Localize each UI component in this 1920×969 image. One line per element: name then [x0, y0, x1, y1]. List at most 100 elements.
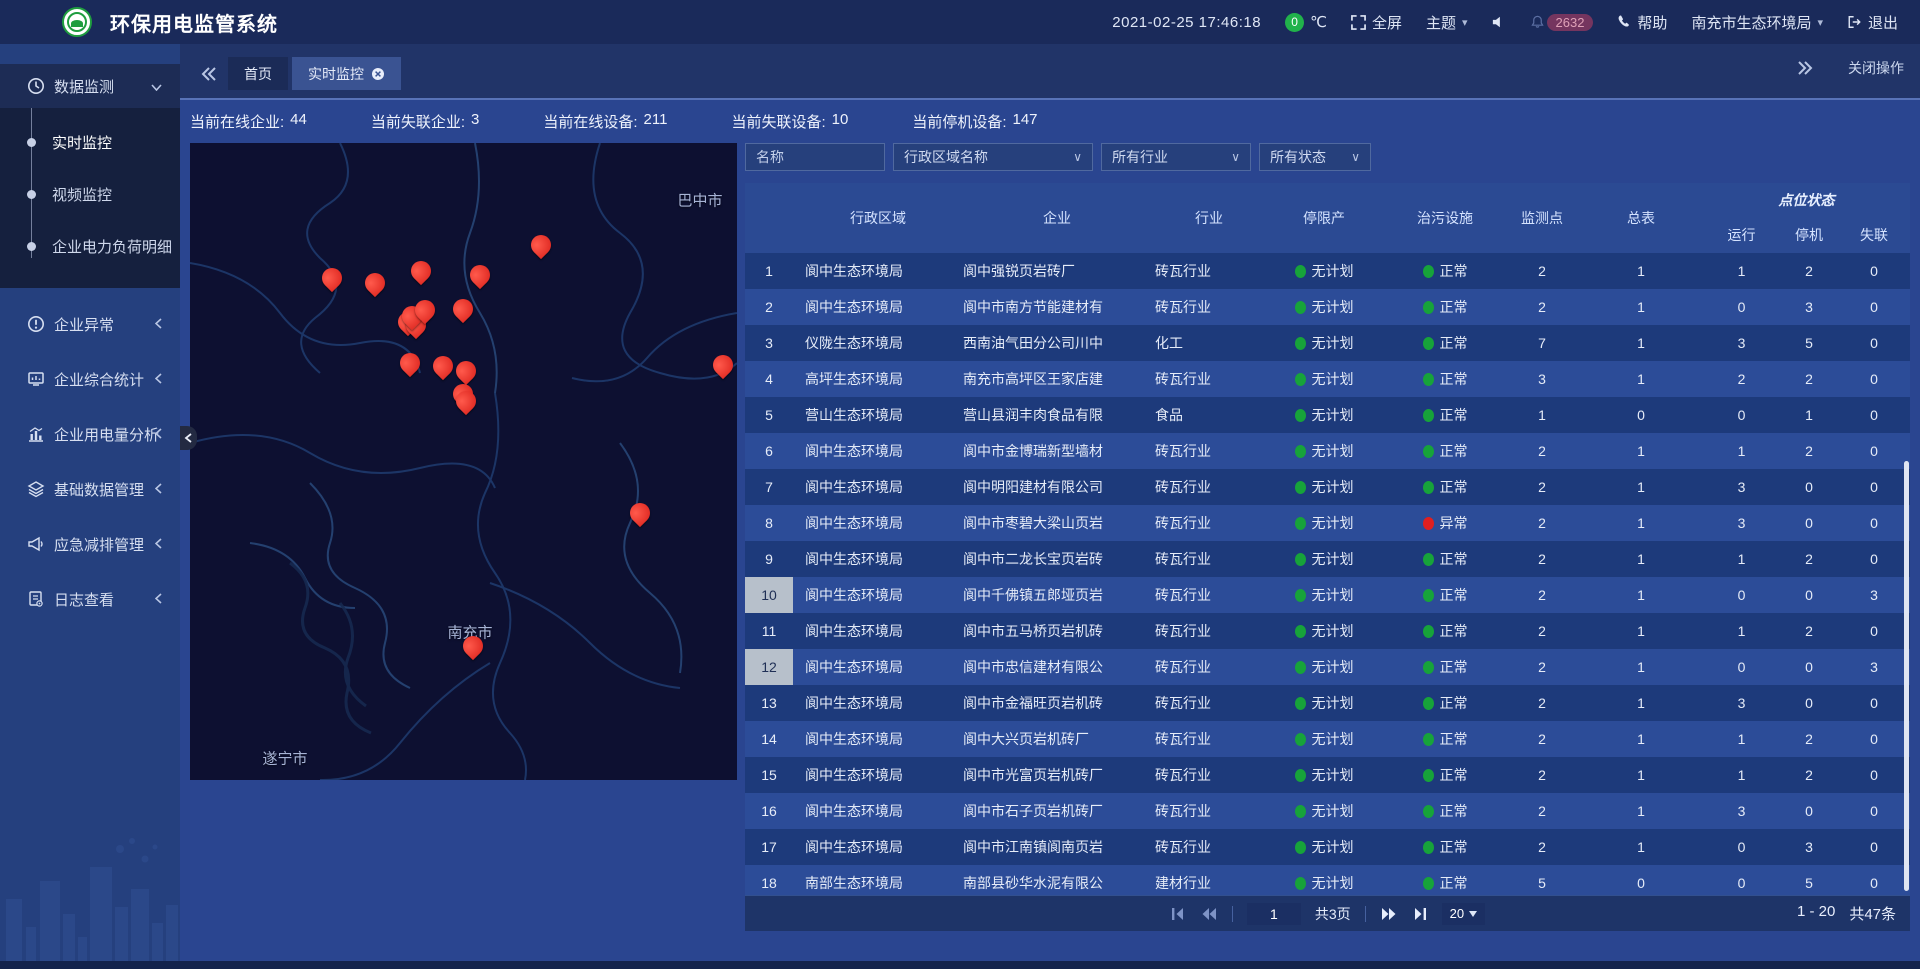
name-search-input[interactable] [745, 143, 885, 171]
cell-region: 仪陇生态环境局 [793, 325, 951, 361]
cell-facility: 正常 [1385, 685, 1505, 721]
table-row[interactable]: 8阆中生态环境局阆中市枣碧大梁山页岩砖瓦行业无计划异常21300 [745, 505, 1910, 541]
cell-points: 2 [1505, 649, 1579, 685]
fullscreen-button[interactable]: 全屏 [1351, 12, 1402, 33]
table-row[interactable]: 17阆中生态环境局阆中市江南镇阆南页岩砖瓦行业无计划正常21030 [745, 829, 1910, 865]
cell-stop: 2 [1780, 721, 1838, 757]
next-page-icon [1380, 907, 1398, 921]
sub-column-header: 失联 [1838, 217, 1910, 253]
region-select[interactable]: 行政区域名称∨ [893, 143, 1093, 171]
table-row[interactable]: 9阆中生态环境局阆中市二龙长宝页岩砖砖瓦行业无计划正常21120 [745, 541, 1910, 577]
sidebar-subitem-1[interactable]: 视频监控 [0, 168, 180, 220]
cell-stop: 5 [1780, 325, 1838, 361]
sidebar-item-3[interactable]: 企业用电量分析 [0, 412, 180, 456]
divider [1232, 906, 1233, 922]
sound-button[interactable] [1492, 15, 1506, 29]
cell-company: 阆中明阳建材有限公司 [951, 469, 1151, 505]
sidebar-item-0[interactable]: 数据监测 [0, 64, 180, 108]
chevron-down-icon: ∨ [1231, 150, 1240, 164]
table-row[interactable]: 13阆中生态环境局阆中市金福旺页岩机砖砖瓦行业无计划正常21300 [745, 685, 1910, 721]
org-dropdown[interactable]: 南充市生态环境局▾ [1691, 12, 1823, 33]
status-text: 正常 [1440, 765, 1468, 785]
cell-points: 2 [1505, 793, 1579, 829]
notifications-button[interactable]: 2632 [1530, 14, 1594, 31]
status-dot-icon [1423, 625, 1434, 638]
tab-0[interactable]: 首页 [228, 57, 288, 90]
status-select[interactable]: 所有状态∨ [1259, 143, 1371, 171]
table-body: 1阆中生态环境局阆中强锐页岩砖厂砖瓦行业无计划正常211202阆中生态环境局阆中… [745, 253, 1910, 895]
tabs-scroll-left-button[interactable] [194, 57, 224, 90]
industry-select[interactable]: 所有行业∨ [1101, 143, 1251, 171]
map-panel[interactable]: 巴中市南充市遂宁市 [190, 143, 737, 780]
sidebar-item-1[interactable]: 企业异常 [0, 302, 180, 346]
status-text: 无计划 [1312, 729, 1354, 749]
table-row[interactable]: 7阆中生态环境局阆中明阳建材有限公司砖瓦行业无计划正常21300 [745, 469, 1910, 505]
status-text: 无计划 [1312, 405, 1354, 425]
sidebar-item-2[interactable]: 企业综合统计 [0, 357, 180, 401]
chevron-left-icon [155, 316, 162, 333]
cell-company: 阆中市光富页岩机砖厂 [951, 757, 1151, 793]
cell-stop: 0 [1780, 469, 1838, 505]
column-header: 总表 [1579, 183, 1703, 253]
cell-industry: 砖瓦行业 [1151, 289, 1263, 325]
sidebar-item-4[interactable]: 基础数据管理 [0, 467, 180, 511]
first-page-icon [1170, 907, 1186, 921]
status-dot-icon [1295, 445, 1306, 458]
cell-idx: 16 [745, 793, 793, 829]
table-scrollbar[interactable] [1904, 461, 1909, 891]
table-row[interactable]: 11阆中生态环境局阆中市五马桥页岩机砖砖瓦行业无计划正常21120 [745, 613, 1910, 649]
table-row[interactable]: 2阆中生态环境局阆中市南方节能建材有砖瓦行业无计划正常21030 [745, 289, 1910, 325]
theme-dropdown[interactable]: 主题▾ [1426, 12, 1468, 33]
tabs-scroll-right-button[interactable] [1790, 51, 1820, 84]
cell-meters: 0 [1579, 397, 1703, 433]
cell-lost: 0 [1838, 721, 1910, 757]
table-row[interactable]: 18南部生态环境局南部县砂华水泥有限公建材行业无计划正常50050 [745, 865, 1910, 895]
column-header: 行业 [1151, 183, 1263, 253]
cell-stop: 3 [1780, 829, 1838, 865]
total-label: 共47条 [1849, 903, 1896, 924]
cell-region: 南部生态环境局 [793, 865, 951, 895]
help-button[interactable]: 帮助 [1617, 12, 1667, 33]
next-page-button[interactable] [1380, 907, 1398, 921]
table-row[interactable]: 10阆中生态环境局阆中千佛镇五郎垭页岩砖瓦行业无计划正常21003 [745, 577, 1910, 613]
page-size-select[interactable]: 20 [1442, 903, 1485, 925]
table-row[interactable]: 3仪陇生态环境局西南油气田分公司川中化工无计划正常71350 [745, 325, 1910, 361]
prev-page-button[interactable] [1200, 907, 1218, 921]
sidebar-subitem-0[interactable]: 实时监控 [0, 116, 180, 168]
tab-close-icon[interactable] [371, 67, 385, 81]
cell-meters: 1 [1579, 757, 1703, 793]
table-row[interactable]: 1阆中生态环境局阆中强锐页岩砖厂砖瓦行业无计划正常21120 [745, 253, 1910, 289]
stat-label: 当前失联企业: [371, 111, 465, 132]
cell-facility: 正常 [1385, 793, 1505, 829]
tab-1[interactable]: 实时监控 [292, 57, 401, 90]
status-dot-icon [1295, 265, 1306, 278]
close-operations-button[interactable]: 关闭操作 [1848, 58, 1904, 78]
cell-idx: 18 [745, 865, 793, 895]
sidebar-item-6[interactable]: 日志查看 [0, 577, 180, 621]
table-row[interactable]: 14阆中生态环境局阆中大兴页岩机砖厂砖瓦行业无计划正常21120 [745, 721, 1910, 757]
sidebar-subitem-2[interactable]: 企业电力负荷明细 [0, 220, 180, 272]
cell-run: 1 [1703, 757, 1780, 793]
map-collapse-button[interactable] [180, 426, 197, 450]
cell-idx: 6 [745, 433, 793, 469]
logout-button[interactable]: 退出 [1847, 12, 1898, 33]
table-row[interactable]: 15阆中生态环境局阆中市光富页岩机砖厂砖瓦行业无计划正常21120 [745, 757, 1910, 793]
chevron-down-icon [1469, 911, 1477, 917]
last-page-button[interactable] [1412, 907, 1428, 921]
cell-industry: 砖瓦行业 [1151, 721, 1263, 757]
table-row[interactable]: 12阆中生态环境局阆中市忠信建材有限公砖瓦行业无计划正常21003 [745, 649, 1910, 685]
sidebar-item-5[interactable]: 应急减排管理 [0, 522, 180, 566]
first-page-button[interactable] [1170, 907, 1186, 921]
sidebar-item-label: 数据监测 [54, 76, 114, 97]
table-row[interactable]: 6阆中生态环境局阆中市金博瑞新型墙材砖瓦行业无计划正常21120 [745, 433, 1910, 469]
status-dot-icon [1423, 337, 1434, 350]
table-row[interactable]: 4高坪生态环境局南充市高坪区王家店建砖瓦行业无计划正常31220 [745, 361, 1910, 397]
page-number-input[interactable] [1247, 903, 1301, 925]
cell-facility: 正常 [1385, 649, 1505, 685]
status-text: 无计划 [1312, 801, 1354, 821]
table-row[interactable]: 5营山生态环境局营山县润丰肉食品有限食品无计划正常10010 [745, 397, 1910, 433]
status-text: 正常 [1440, 837, 1468, 857]
table-row[interactable]: 16阆中生态环境局阆中市石子页岩机砖厂砖瓦行业无计划正常21300 [745, 793, 1910, 829]
status-dot-icon [1423, 517, 1434, 530]
column-header: 治污设施 [1385, 183, 1505, 253]
